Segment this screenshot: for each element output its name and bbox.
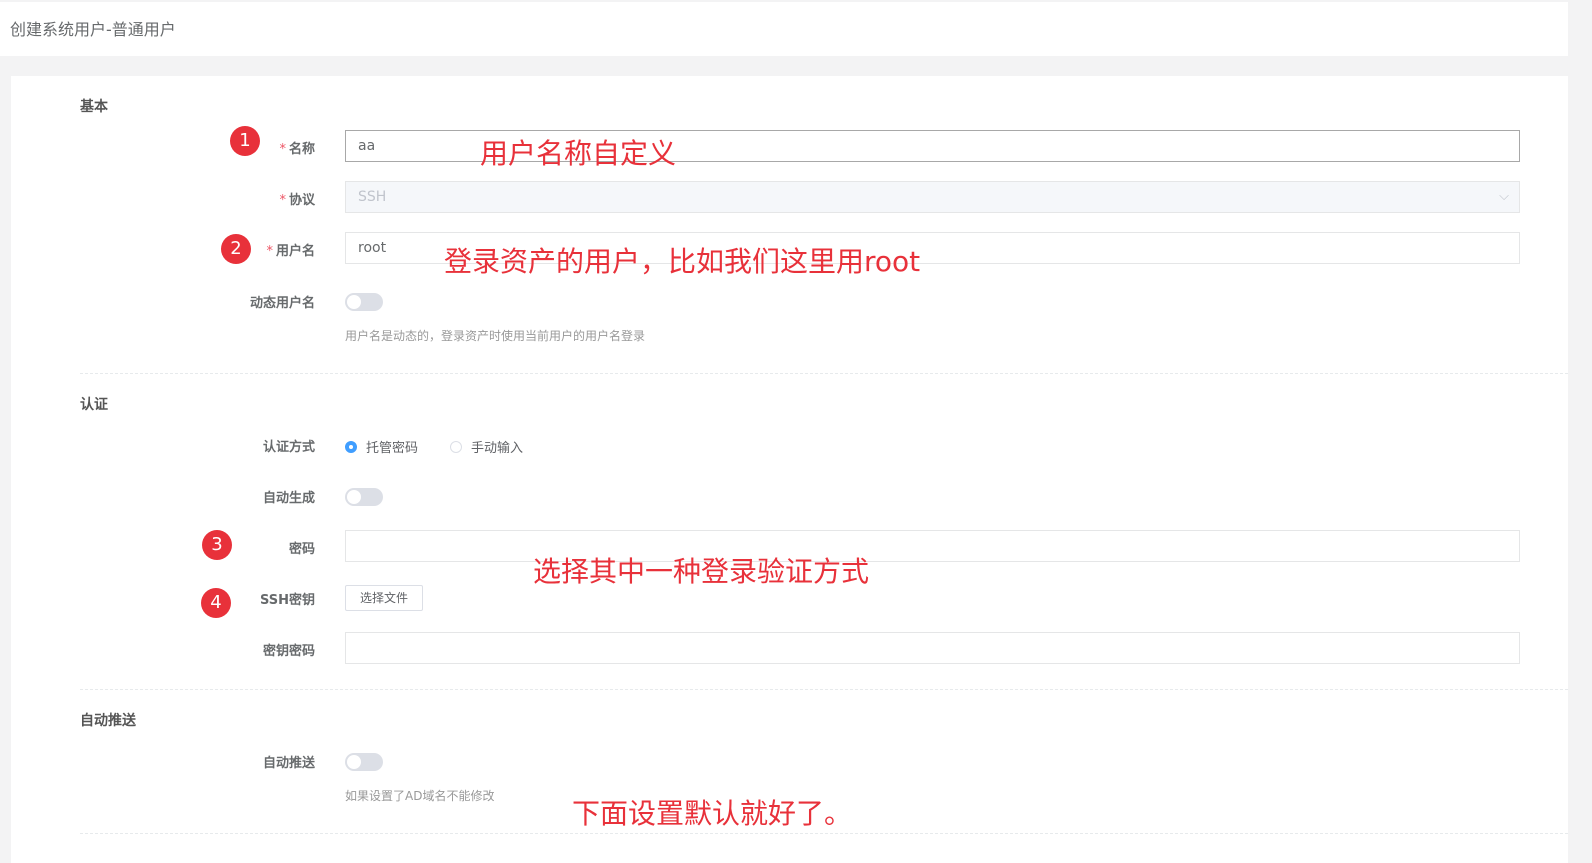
- page-title: 创建系统用户-普通用户: [10, 20, 176, 39]
- auto-push-label: 自动推送: [262, 756, 315, 771]
- annotation-note-push: 下面设置默认就好了。: [572, 797, 853, 830]
- name-label: * 名称: [279, 138, 315, 157]
- key-password-label: 密钥密码: [262, 644, 315, 659]
- password-input[interactable]: [345, 530, 1520, 562]
- section-title-basic: 基本: [80, 99, 108, 115]
- annotation-badge-4: 4: [201, 588, 231, 618]
- dynamic-username-help: 用户名是动态的，登录资产时使用当前用户的用户名登录: [345, 329, 646, 343]
- auto-push-toggle[interactable]: [345, 753, 383, 771]
- auto-generate-label: 自动生成: [262, 491, 315, 506]
- section-divider: [80, 689, 1568, 690]
- radio-label: 托管密码: [366, 441, 419, 456]
- form-panel: 基本 * 名称 aa * 协议 SSH ⌵ * 用户名 root 动态用户名 用户名是动…: [11, 76, 1568, 863]
- radio-managed-password[interactable]: 托管密码: [345, 437, 418, 456]
- dynamic-username-toggle[interactable]: [345, 293, 383, 311]
- annotation-badge-2: 2: [221, 234, 251, 264]
- auto-push-help: 如果设置了AD域名不能修改: [345, 789, 495, 803]
- section-title-auth: 认证: [80, 397, 108, 413]
- choose-file-button[interactable]: 选择文件: [345, 585, 423, 611]
- section-divider: [80, 373, 1568, 374]
- name-input-value: aa: [358, 138, 376, 154]
- radio-manual-input[interactable]: 手动输入: [450, 437, 523, 456]
- chevron-down-icon: ⌵: [1499, 189, 1509, 204]
- username-input-value: root: [358, 240, 387, 256]
- annotation-note-name: 用户名称自定义: [480, 137, 677, 170]
- annotation-note-username: 登录资产的用户，比如我们这里用root: [444, 245, 921, 278]
- protocol-select[interactable]: SSH ⌵: [345, 181, 1520, 213]
- radio-label: 手动输入: [471, 441, 524, 456]
- section-divider: [80, 833, 1568, 834]
- dynamic-username-label: 动态用户名: [249, 296, 315, 311]
- ssh-key-label: SSH密钥: [259, 593, 315, 608]
- protocol-select-value: SSH: [358, 189, 387, 205]
- annotation-badge-3: 3: [202, 530, 232, 560]
- page-header: 创建系统用户-普通用户: [0, 2, 1568, 56]
- username-label: * 用户名: [266, 240, 315, 259]
- auto-generate-toggle[interactable]: [345, 488, 383, 506]
- section-title-push: 自动推送: [80, 713, 136, 729]
- name-label-text: 名称: [288, 142, 315, 157]
- annotation-note-auth: 选择其中一种登录验证方式: [533, 555, 870, 588]
- annotation-badge-1: 1: [230, 126, 260, 156]
- radio-dot: [450, 440, 462, 453]
- protocol-label-text: 协议: [288, 193, 315, 208]
- key-password-input[interactable]: [345, 632, 1520, 664]
- required-mark: *: [279, 142, 286, 157]
- required-mark: *: [266, 244, 273, 259]
- password-label: 密码: [288, 542, 315, 557]
- username-label-text: 用户名: [275, 244, 315, 259]
- auth-method-label: 认证方式: [262, 440, 315, 455]
- required-mark: *: [279, 193, 286, 208]
- protocol-label: * 协议: [279, 189, 315, 208]
- radio-dot: [345, 440, 357, 453]
